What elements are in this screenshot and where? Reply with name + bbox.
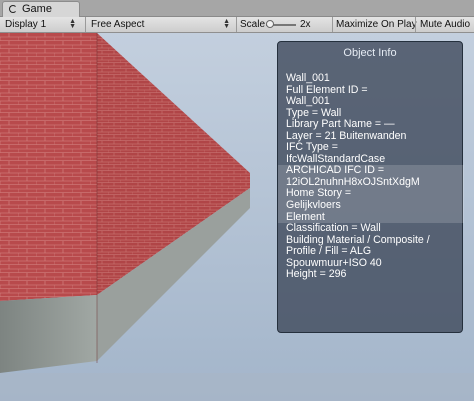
toolbar-divider [415,17,416,32]
object-info-line: Type = Wall [286,107,342,119]
plinth-front [0,295,97,373]
scale-label: Scale [240,19,266,30]
unity-game-icon [9,5,17,13]
object-info-line: Classification = Wall [286,223,381,235]
display-dropdown-label: Display 1 [5,19,47,30]
object-info-line: Spouwmuur+ISO 40 [286,257,382,269]
object-info-panel: Object Info Wall_001 Full Element ID = Wal… [277,41,464,333]
object-info-line: Wall_001 [286,96,330,108]
aspect-dropdown-label: Free Aspect [91,19,145,30]
toolbar-divider [332,17,333,32]
tab-game-label: Game [22,3,52,15]
object-info-line: ARCHICAD IFC ID = [278,165,464,177]
object-info-line: Element [278,211,464,224]
object-info-line: 12iOL2nuhnH8xOJSntXdgM [278,176,464,189]
mute-audio-button[interactable]: Mute Audio [420,17,470,32]
toolbar-divider [236,17,237,32]
maximize-on-play-button[interactable]: Maximize On Play [336,17,417,32]
object-info-line: Building Material / Composite / [286,234,430,246]
dropdown-arrows-icon: ▲ ▼ [69,18,76,30]
display-dropdown[interactable]: Display 1 ▲ ▼ [5,17,80,32]
object-info-line: IFC Type = [286,142,338,154]
object-info-line: Layer = 21 Buitenwanden [286,130,407,142]
object-info-lines: Wall_001 Full Element ID = Wall_001 Type = … [278,73,464,281]
toolbar-divider [85,17,86,32]
object-info-title: Object Info [343,47,397,59]
object-info-line: Height = 296 [286,269,347,281]
aspect-dropdown[interactable]: Free Aspect ▲ ▼ [91,17,234,32]
object-info-line: Gelijkvloers [278,200,464,212]
object-info-line: Profile / Fill = ALG [286,246,372,258]
tab-bar: Game [0,0,474,17]
wall-front-face [0,33,97,301]
object-info-line: Library Part Name = — [286,119,395,131]
object-info-line: Home Story = [278,188,464,201]
object-info-line: Full Element ID = [286,84,368,96]
dropdown-arrows-icon: ▲ ▼ [223,18,230,30]
object-info-line: Wall_001 [286,73,330,84]
object-info-line: IfcWallStandardCase [286,153,386,165]
scale-value: 2x [300,19,311,30]
tab-game[interactable]: Game [2,1,80,17]
scale-slider-handle[interactable] [266,20,274,28]
ground [0,373,474,401]
game-view-toolbar: Display 1 ▲ ▼ Free Aspect ▲ ▼ Scale 2x Max… [0,17,474,33]
